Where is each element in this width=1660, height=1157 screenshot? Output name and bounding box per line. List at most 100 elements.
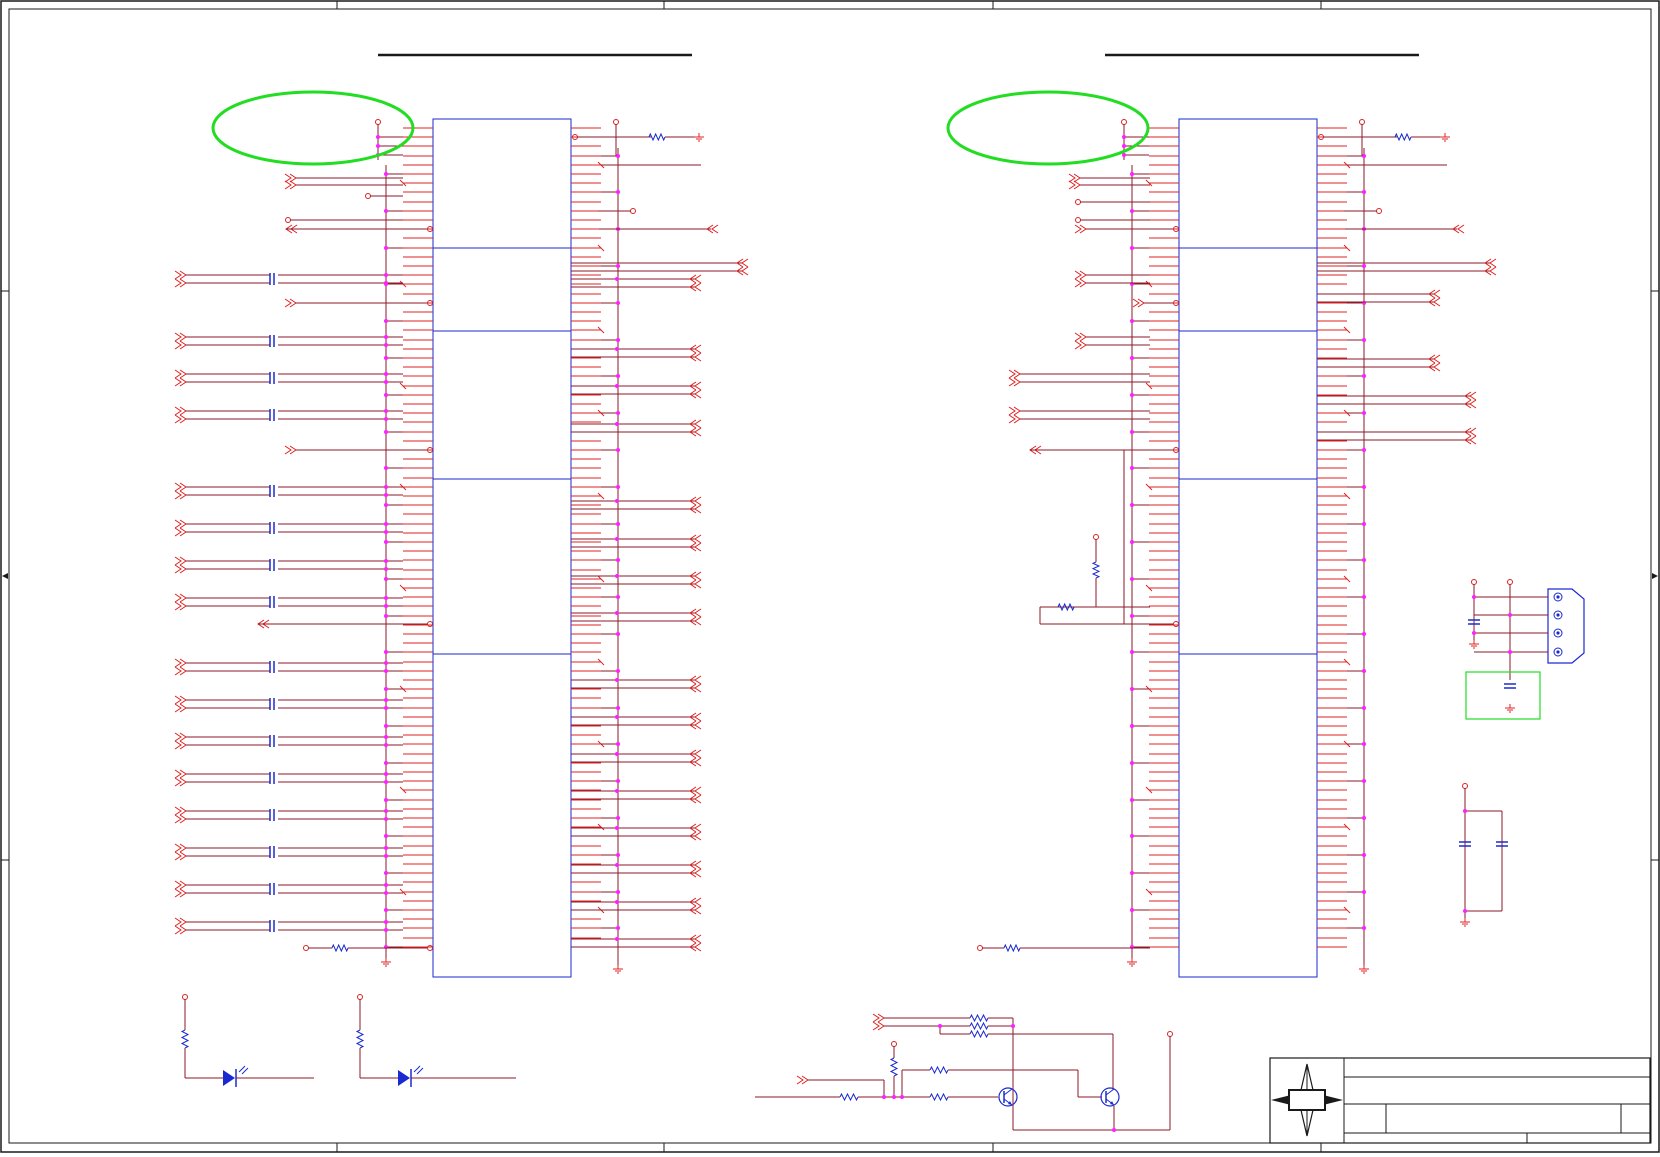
junction-dot bbox=[1362, 264, 1366, 268]
bottom-circuits bbox=[180, 994, 1173, 1132]
junction-dot bbox=[1463, 809, 1467, 813]
off-page-connector-icon bbox=[174, 556, 187, 566]
led-triangle bbox=[223, 1070, 235, 1086]
junction-dot bbox=[384, 540, 388, 544]
jack-pin-center bbox=[1556, 613, 1560, 617]
junction-dot bbox=[616, 411, 620, 415]
off-page-connector-icon bbox=[174, 769, 187, 779]
junction-dot bbox=[384, 209, 388, 213]
outer-border bbox=[0, 0, 1660, 1153]
junction-dot bbox=[384, 920, 388, 924]
junction-dot bbox=[615, 752, 619, 756]
ground-icon bbox=[1127, 958, 1137, 967]
junction-dot bbox=[615, 937, 619, 941]
junction-dot bbox=[1130, 466, 1134, 470]
power-pin-icon bbox=[1462, 783, 1468, 789]
power-pin-icon bbox=[1093, 534, 1099, 540]
junction-dot bbox=[615, 789, 619, 793]
off-page-connector-icon bbox=[174, 482, 187, 492]
header-jack-icon bbox=[1547, 588, 1585, 664]
resistor-icon bbox=[969, 1021, 989, 1031]
junction-dot bbox=[384, 567, 388, 571]
off-page-connector-icon bbox=[174, 851, 187, 861]
schematic-sheet bbox=[0, 0, 1660, 1153]
off-page-connector-icon bbox=[174, 278, 187, 288]
capacitor-icon bbox=[269, 698, 275, 710]
left-coupling-capacitors bbox=[174, 90, 749, 953]
junction-dot bbox=[616, 706, 620, 710]
off-page-connector-icon bbox=[174, 777, 187, 787]
power-pin-icon bbox=[182, 994, 188, 1000]
junction-dot bbox=[616, 816, 620, 820]
off-page-connector-icon bbox=[1008, 406, 1021, 416]
power-pin-icon bbox=[1507, 579, 1513, 585]
junction-dot bbox=[1130, 834, 1134, 838]
junction-dot bbox=[384, 335, 388, 339]
power-pin-icon bbox=[375, 119, 381, 125]
off-page-connector-icon bbox=[872, 1021, 885, 1031]
off-page-connector-icon bbox=[174, 917, 187, 927]
capacitor-icon bbox=[269, 883, 275, 895]
power-pin-icon bbox=[357, 994, 363, 1000]
highlight-oval-right bbox=[946, 90, 1150, 166]
right-side-circuits bbox=[946, 90, 1585, 953]
off-page-connector-icon bbox=[174, 369, 187, 379]
junction-dot bbox=[384, 871, 388, 875]
power-pin-icon bbox=[427, 945, 433, 951]
junction-dot bbox=[1130, 209, 1134, 213]
off-page-connector-icon bbox=[174, 732, 187, 742]
ground-icon bbox=[1505, 704, 1515, 713]
junction-dot bbox=[384, 724, 388, 728]
junction-dot bbox=[1362, 816, 1366, 820]
junction-dot bbox=[384, 834, 388, 838]
junction-dot bbox=[384, 928, 388, 932]
capacitor-icon bbox=[269, 559, 275, 571]
center-mark bbox=[2, 573, 8, 579]
junction-dot bbox=[384, 891, 388, 895]
junction-dot bbox=[616, 154, 620, 158]
off-page-connector-icon bbox=[174, 695, 187, 705]
junction-dot bbox=[615, 678, 619, 682]
junction-dot bbox=[384, 503, 388, 507]
jack-pin-center bbox=[1556, 595, 1560, 599]
resistor-icon bbox=[969, 1029, 989, 1039]
junction-dot bbox=[384, 817, 388, 821]
off-page-connector-icon bbox=[174, 888, 187, 898]
junction-dot bbox=[384, 281, 388, 285]
off-page-connector-icon bbox=[284, 445, 297, 455]
title-block bbox=[1269, 1057, 1651, 1144]
junction-dot bbox=[1362, 779, 1366, 783]
power-pin-icon bbox=[1075, 217, 1081, 223]
off-page-connector-icon bbox=[174, 740, 187, 750]
highlight-box bbox=[1465, 671, 1541, 720]
capacitor-icon bbox=[269, 735, 275, 747]
junction-dot bbox=[1130, 871, 1134, 875]
junction-dot bbox=[1472, 595, 1476, 599]
off-page-connector-icon bbox=[1074, 270, 1087, 280]
schematic-canvas bbox=[0, 0, 1660, 1153]
transistor-collector bbox=[1003, 1088, 1013, 1096]
right-slot-connector[interactable] bbox=[1121, 118, 1465, 978]
power-pin-icon bbox=[1075, 199, 1081, 205]
off-page-connector-icon bbox=[1074, 224, 1087, 234]
junction-dot bbox=[1130, 798, 1134, 802]
ground-icon bbox=[694, 133, 704, 142]
junction-dot bbox=[615, 826, 619, 830]
junction-dot bbox=[384, 380, 388, 384]
junction-dot bbox=[384, 356, 388, 360]
capacitor-icon bbox=[269, 372, 275, 384]
junction-dot bbox=[384, 596, 388, 600]
junction-dot bbox=[376, 144, 380, 148]
off-page-connector-icon bbox=[872, 1013, 885, 1023]
junction-dot bbox=[384, 493, 388, 497]
power-pin-icon bbox=[630, 208, 636, 214]
left-slot-connector[interactable] bbox=[375, 118, 719, 978]
junction-dot bbox=[1122, 135, 1126, 139]
junction-dot bbox=[1362, 522, 1366, 526]
led-ray bbox=[413, 1065, 421, 1073]
junction-dot bbox=[1362, 669, 1366, 673]
off-page-connector-icon bbox=[284, 298, 297, 308]
off-page-connector-icon bbox=[1008, 369, 1021, 379]
sheet-border bbox=[0, 0, 1660, 1153]
junction-dot bbox=[1362, 632, 1366, 636]
